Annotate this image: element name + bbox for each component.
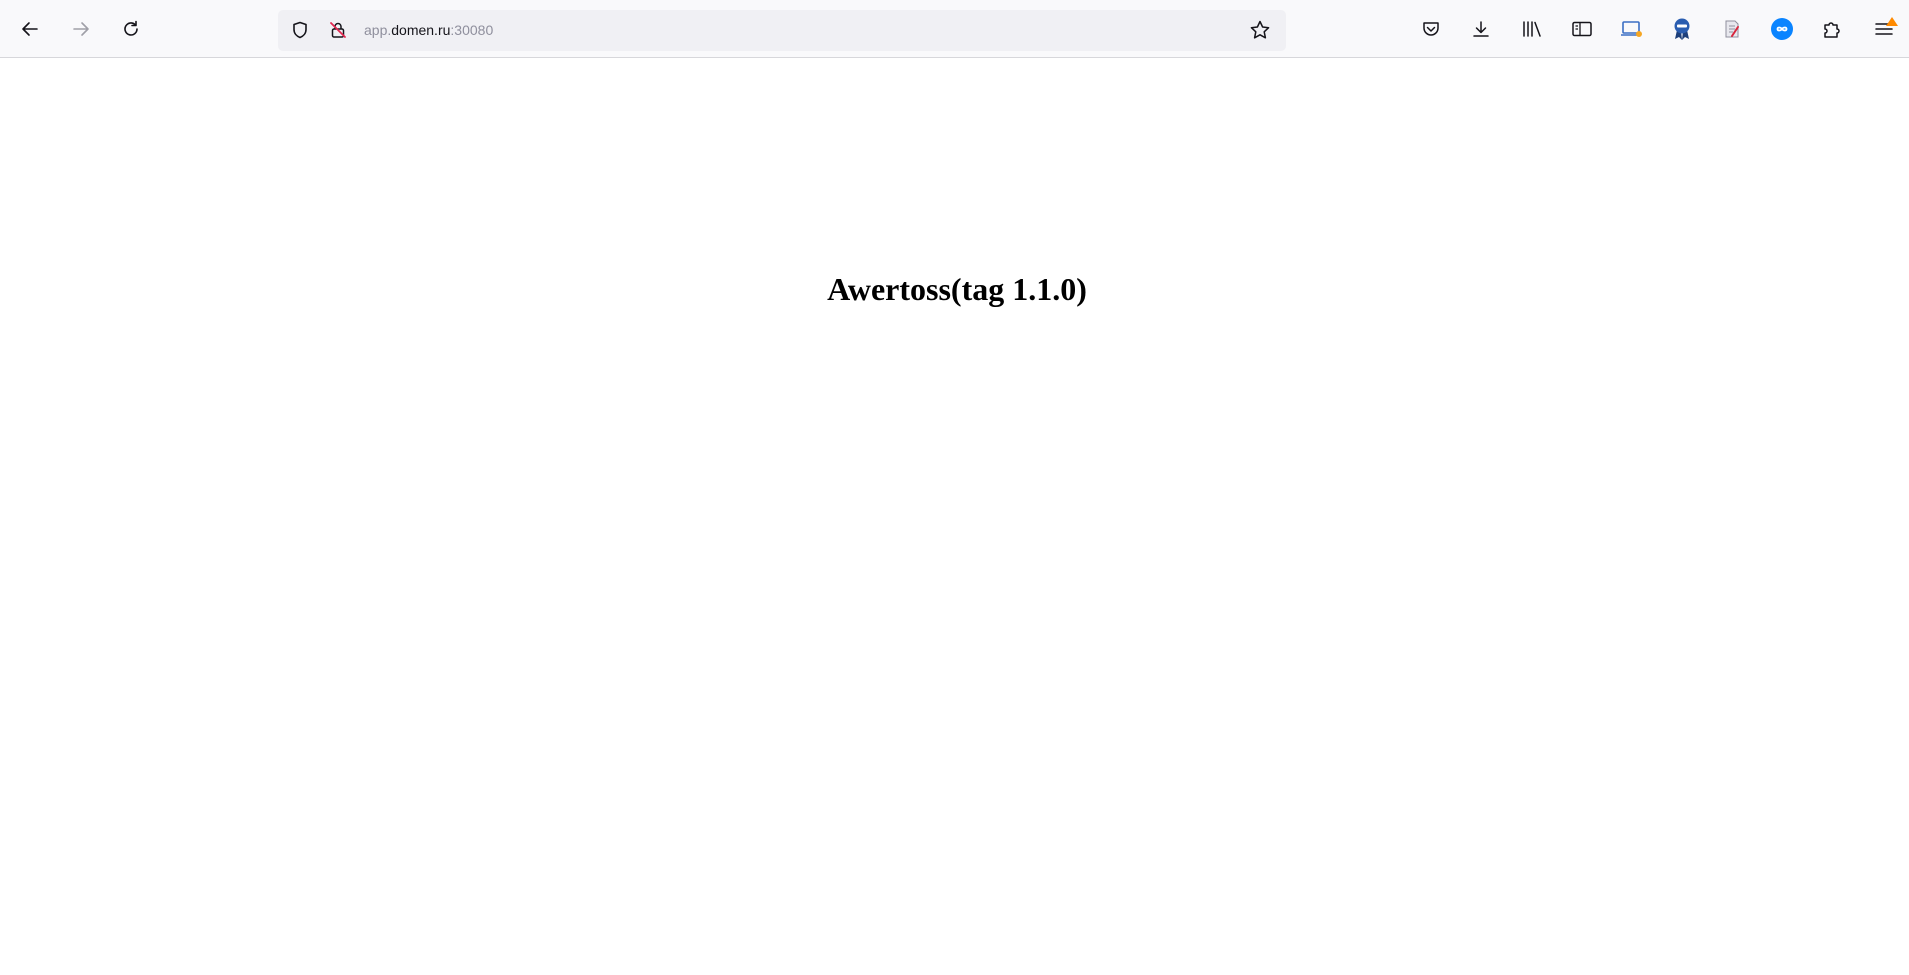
browser-toolbar: app.domen.ru:30080 (0, 0, 1909, 58)
downloads-button[interactable] (1465, 13, 1497, 45)
extension-button-2[interactable] (1666, 13, 1698, 45)
url-text[interactable]: app.domen.ru:30080 (364, 22, 493, 39)
pocket-icon (1423, 22, 1439, 36)
extension-button-1[interactable] (1616, 13, 1648, 45)
ribbon-badge-extension-icon (1674, 18, 1690, 40)
url-host: domen.ru (391, 22, 451, 38)
infinity-extension-icon (1771, 18, 1793, 40)
forward-button[interactable] (65, 13, 97, 45)
shield-icon (293, 21, 307, 39)
tracking-protection-button[interactable] (284, 14, 316, 46)
document-pen-extension-icon (1725, 20, 1739, 38)
back-arrow-icon (22, 22, 38, 36)
download-icon (1473, 21, 1489, 37)
back-button[interactable] (14, 13, 46, 45)
sidebar-icon (1572, 21, 1592, 37)
puzzle-icon (1824, 22, 1840, 38)
bookmark-button[interactable] (1244, 14, 1276, 46)
address-bar[interactable]: app.domen.ru:30080 (278, 10, 1286, 51)
insecure-lock-icon (330, 22, 346, 38)
update-badge-icon (1886, 17, 1898, 26)
sidebar-button[interactable] (1566, 13, 1598, 45)
screen-extension-icon (1621, 21, 1642, 37)
pocket-button[interactable] (1415, 13, 1447, 45)
forward-arrow-icon (73, 22, 89, 36)
url-prefix: app. (364, 22, 392, 38)
library-icon (1523, 21, 1541, 37)
library-button[interactable] (1516, 13, 1548, 45)
page-heading: Awertoss(tag 1.1.0) (827, 271, 1087, 307)
url-port: :30080 (450, 22, 494, 38)
extensions-button[interactable] (1816, 13, 1848, 45)
star-icon (1250, 20, 1270, 39)
reload-button[interactable] (115, 13, 147, 45)
insecure-connection-button[interactable] (322, 14, 354, 46)
reload-icon (124, 20, 138, 36)
extension-button-4[interactable] (1766, 13, 1798, 45)
menu-button[interactable] (1868, 13, 1900, 45)
extension-button-3[interactable] (1716, 13, 1748, 45)
page-content: Awertoss(tag 1.1.0) (0, 58, 1909, 975)
